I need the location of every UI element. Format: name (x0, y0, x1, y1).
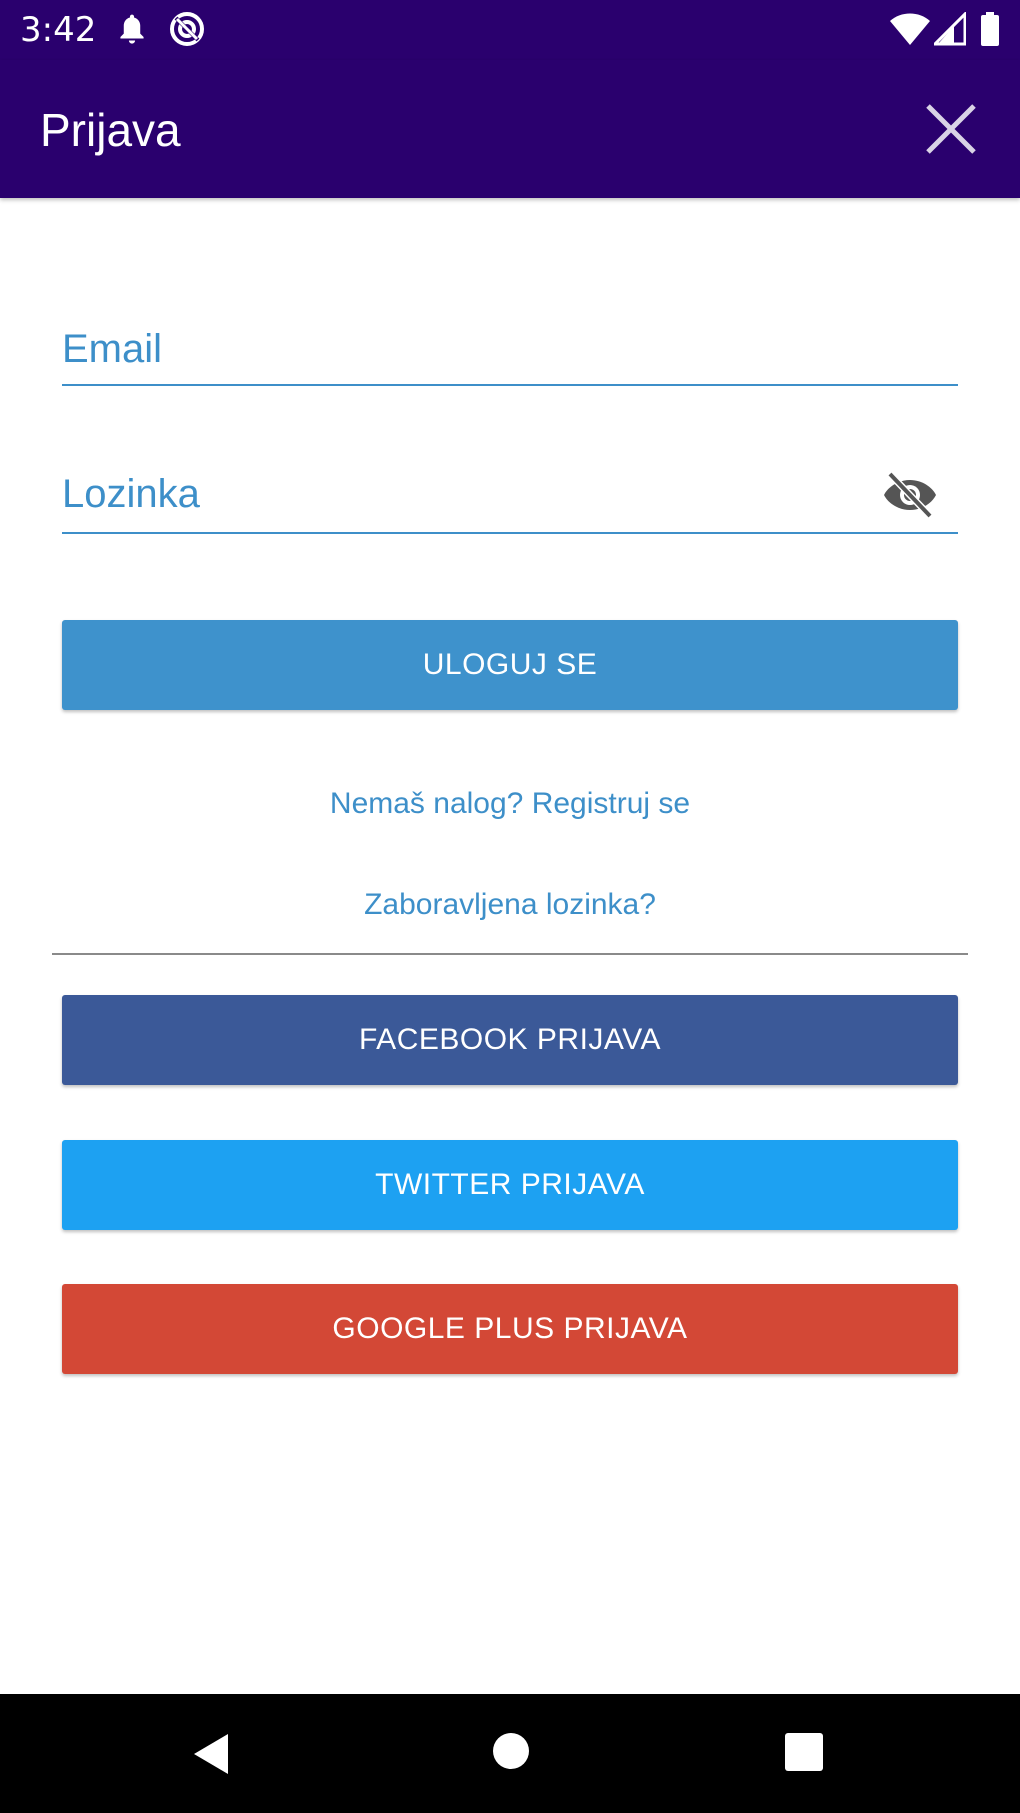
google-button-label: GOOGLE PLUS PRIJAVA (332, 1312, 688, 1345)
password-field (62, 466, 958, 534)
battery-icon (981, 12, 999, 46)
twitter-login-button[interactable]: TWITTER PRIJAVA (62, 1140, 958, 1230)
login-button[interactable]: ULOGUJ SE (62, 620, 958, 710)
facebook-button-label: FACEBOOK PRIJAVA (359, 1023, 661, 1056)
status-bar: 3:42 (0, 0, 1020, 60)
signal-icon (934, 12, 966, 46)
bell-icon (120, 14, 144, 44)
login-button-label: ULOGUJ SE (422, 648, 598, 681)
home-icon[interactable] (492, 1732, 530, 1770)
password-input[interactable] (62, 466, 882, 522)
forgot-password-link[interactable]: Zaboravljena lozinka? (0, 885, 1020, 925)
page-title: Prijava (40, 104, 181, 156)
navigation-bar (0, 1694, 1020, 1813)
login-screen: 3:42 Prijava Email ULOGUJ SE Nemaš nalog… (0, 0, 1020, 1813)
register-link[interactable]: Nemaš nalog? Registruj se (0, 784, 1020, 824)
divider (52, 953, 968, 955)
circle-notification-icon (170, 12, 204, 46)
status-time: 3:42 (20, 10, 97, 50)
google-login-button[interactable]: GOOGLE PLUS PRIJAVA (62, 1284, 958, 1374)
back-icon[interactable] (190, 1732, 234, 1776)
close-icon[interactable] (918, 96, 984, 162)
eye-off-icon[interactable] (882, 470, 938, 520)
twitter-button-label: TWITTER PRIJAVA (375, 1168, 645, 1201)
email-input[interactable] (62, 322, 958, 376)
email-field (62, 322, 958, 386)
app-bar: Prijava (0, 60, 1020, 198)
facebook-login-button[interactable]: FACEBOOK PRIJAVA (62, 995, 958, 1085)
recents-icon[interactable] (784, 1732, 824, 1772)
wifi-icon (890, 13, 930, 45)
